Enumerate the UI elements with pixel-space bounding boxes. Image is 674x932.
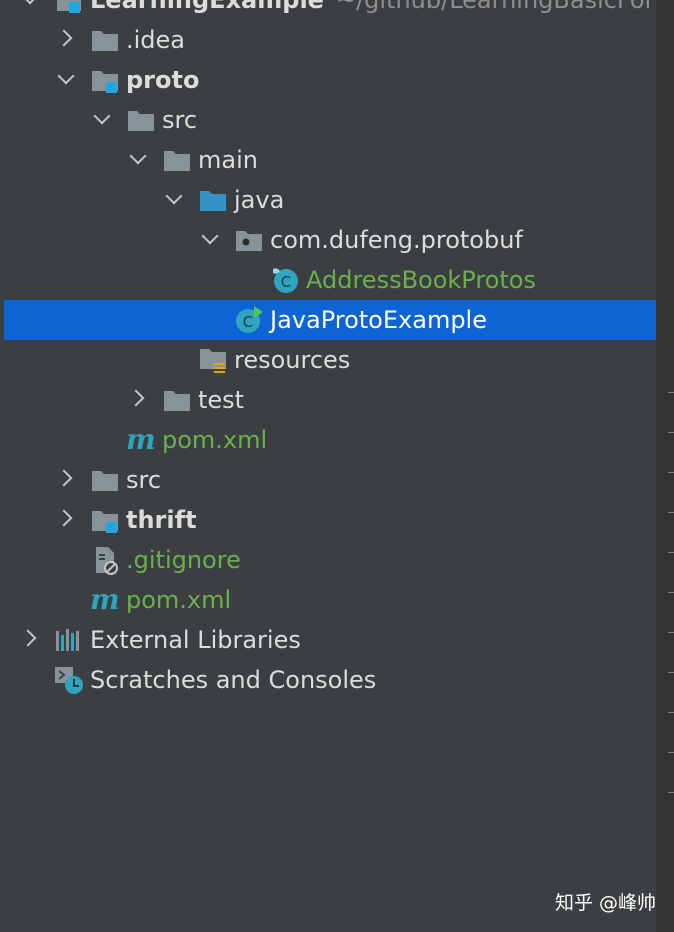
chevron-right-icon[interactable] (128, 380, 148, 420)
chevron-down-icon[interactable] (20, 0, 40, 20)
tree-item-label: resources (234, 346, 351, 374)
gutter-marker (668, 752, 674, 767)
tree-item-label: JavaProtoExample (270, 306, 487, 334)
gutter-marker (668, 592, 674, 607)
tree-item-label: Scratches and Consoles (90, 666, 377, 694)
gutter-marker (668, 392, 674, 407)
gutter-marker (668, 552, 674, 567)
tree-item-test[interactable]: test (0, 380, 656, 420)
project-name: LearningExample (90, 0, 324, 14)
tree-item-thrift[interactable]: thrift (0, 500, 656, 540)
watermark: 知乎 @峰帅 (554, 892, 656, 914)
tree-item-label: com.dufeng.protobuf (270, 226, 523, 254)
gutter-marker (668, 672, 674, 687)
tree-item-label: thrift (126, 506, 197, 534)
gutter-marker (668, 432, 674, 447)
folder-icon (162, 145, 192, 175)
tree-item-gitignore[interactable]: .gitignore (0, 540, 656, 580)
package-icon (234, 225, 264, 255)
chevron-down-icon[interactable] (200, 220, 220, 260)
chevron-down-icon[interactable] (128, 140, 148, 180)
tree-item-proto-pom[interactable]: m pom.xml (0, 420, 656, 460)
module-folder-icon (90, 65, 120, 95)
tree-item-java[interactable]: java (0, 180, 656, 220)
runnable-class-icon: C (234, 305, 264, 335)
tree-item-proto[interactable]: proto (0, 60, 656, 100)
tree-item-label: src (126, 466, 162, 494)
tree-item-label: proto (126, 66, 200, 94)
folder-icon (90, 25, 120, 55)
ignored-file-icon (90, 545, 120, 575)
tree-item-external[interactable]: External Libraries (0, 620, 656, 660)
folder-icon (90, 465, 120, 495)
resources-folder-icon (198, 345, 228, 375)
gutter-marker (668, 472, 674, 487)
gutter-marker (668, 792, 674, 807)
project-root-row[interactable]: LearningExample ~/github/LearningBasicFo… (0, 0, 656, 20)
chevron-down-icon[interactable] (164, 180, 184, 220)
svg-text:C: C (243, 313, 253, 331)
module-folder-icon (90, 505, 120, 535)
tree-item-label: .idea (126, 26, 186, 54)
tree-item-label: .gitignore (126, 546, 241, 574)
tree-item-addressbook[interactable]: C AddressBookProtos (0, 260, 656, 300)
chevron-right-icon[interactable] (56, 500, 76, 540)
tree-item-resources[interactable]: resources (0, 340, 656, 380)
chevron-down-icon[interactable] (56, 60, 76, 100)
chevron-down-icon[interactable] (92, 100, 112, 140)
source-root-folder-icon (198, 185, 228, 215)
maven-icon: m (90, 583, 120, 616)
project-tool-window: LearningExample ~/github/LearningBasicFo… (0, 0, 656, 932)
tree-item-main[interactable]: main (0, 140, 656, 180)
tree-item-label: test (198, 386, 245, 414)
tree-item-javaproto[interactable]: C JavaProtoExample (4, 300, 656, 340)
tree-item-label: External Libraries (90, 626, 301, 654)
tree-item-label: java (234, 186, 285, 214)
tree-item-proto-src[interactable]: src (0, 100, 656, 140)
tree-item-idea[interactable]: .idea (0, 20, 656, 60)
tree-item-package[interactable]: com.dufeng.protobuf (0, 220, 656, 260)
gutter-marker (668, 512, 674, 527)
libraries-icon (54, 625, 84, 655)
scratches-icon (54, 665, 84, 695)
folder-icon (126, 105, 156, 135)
chevron-right-icon[interactable] (20, 620, 40, 660)
svg-text:C: C (281, 273, 291, 291)
tree-item-label: pom.xml (126, 586, 232, 614)
tree-item-label: pom.xml (162, 426, 268, 454)
folder-icon (162, 385, 192, 415)
project-path: ~/github/LearningBasicFor (335, 0, 655, 14)
tree-item-src[interactable]: src (0, 460, 656, 500)
module-folder-icon (54, 0, 84, 15)
gutter-marker (668, 712, 674, 727)
tree-item-label: src (162, 106, 198, 134)
chevron-right-icon[interactable] (56, 20, 76, 60)
maven-icon: m (126, 423, 156, 456)
tree-item-label: main (198, 146, 258, 174)
tree-item-root-pom[interactable]: m pom.xml (0, 580, 656, 620)
gutter-marker (668, 632, 674, 647)
tree-item-label: AddressBookProtos (306, 266, 536, 294)
generated-class-icon: C (270, 265, 300, 295)
chevron-right-icon[interactable] (56, 460, 76, 500)
tree-item-scratches[interactable]: Scratches and Consoles (0, 660, 656, 700)
